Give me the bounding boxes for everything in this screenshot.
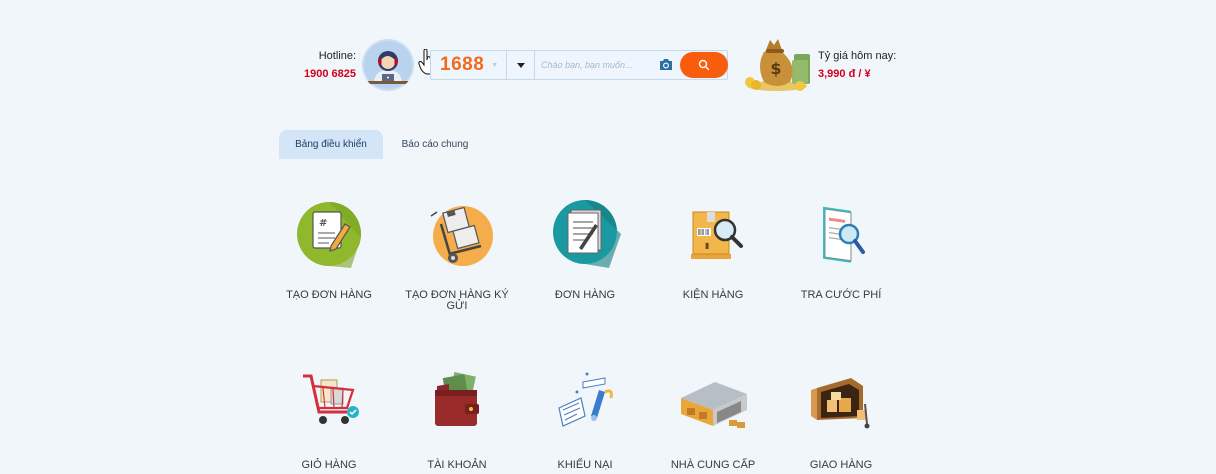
tile-label: TẠO ĐƠN HÀNG: [286, 289, 372, 301]
tile-label: TẠO ĐƠN HÀNG KÝ GỬI: [405, 289, 509, 312]
site-select[interactable]: 1688 ▼: [431, 51, 507, 79]
tile-label: GIỎ HÀNG: [301, 459, 357, 471]
hotline-label: Hotline:: [318, 50, 356, 62]
tab-dashboard[interactable]: Bảng điều khiển: [279, 130, 383, 159]
tab-general-report[interactable]: Báo cáo chung: [389, 130, 481, 159]
svg-text:#: #: [319, 218, 327, 229]
tile-label: GIAO HÀNG: [809, 459, 873, 471]
cart-icon: [303, 374, 359, 424]
hotline: Hotline: 1900 6825: [300, 50, 356, 80]
tile-cart[interactable]: GIỎ HÀNG: [269, 368, 389, 471]
money-bag-icon: $: [745, 39, 810, 91]
tile-create-order[interactable]: # TẠO ĐƠN HÀNG: [269, 198, 389, 301]
chevron-down-icon: [516, 62, 525, 68]
tile-complaint[interactable]: KHIẾU NẠI: [525, 368, 645, 471]
delivery-icon: [811, 378, 870, 429]
wallet-icon: [435, 372, 479, 426]
site-select-value: 1688: [440, 54, 485, 75]
tile-label: TRA CƯỚC PHÍ: [800, 289, 882, 301]
complaint-icon: [558, 372, 613, 427]
search-bar: 1688 ▼: [430, 50, 728, 80]
supplier-icon: [681, 382, 747, 428]
camera-icon[interactable]: [659, 58, 673, 71]
tile-label: KHIẾU NẠI: [557, 459, 613, 471]
tile-consignment-order[interactable]: TẠO ĐƠN HÀNG KÝ GỬI: [397, 198, 517, 312]
search-icon: [698, 59, 710, 71]
tile-orders[interactable]: ĐƠN HÀNG: [525, 198, 645, 301]
exchange-rate: Tỷ giá hôm nay: 3,990 đ / ¥: [818, 50, 896, 80]
tile-label: KIỆN HÀNG: [682, 289, 744, 301]
tile-account[interactable]: TÀI KHOẢN: [397, 368, 517, 471]
search-input[interactable]: [541, 55, 651, 75]
tile-label: ĐƠN HÀNG: [554, 289, 616, 301]
svg-text:$: $: [770, 59, 781, 78]
dropdown-button[interactable]: [507, 51, 535, 79]
consignment-order-icon: [430, 206, 493, 266]
fee-lookup-icon: [823, 206, 865, 263]
svg-text:▮: ▮: [705, 241, 709, 250]
orders-icon: [553, 200, 621, 268]
tile-fee-lookup[interactable]: TRA CƯỚC PHÍ: [781, 198, 901, 301]
tile-label: NHÀ CUNG CẤP: [670, 459, 756, 471]
tile-supplier[interactable]: NHÀ CUNG CẤP: [653, 368, 773, 471]
hotline-number[interactable]: 1900 6825: [300, 68, 356, 80]
tile-delivery[interactable]: GIAO HÀNG: [781, 368, 901, 471]
tile-package[interactable]: ▮ KIỆN HÀNG: [653, 198, 773, 301]
support-avatar-icon[interactable]: [362, 39, 414, 91]
rate-value: 3,990 đ / ¥: [818, 68, 871, 80]
tile-label: TÀI KHOẢN: [427, 459, 487, 471]
rate-label: Tỷ giá hôm nay:: [818, 50, 897, 62]
package-icon: ▮: [691, 211, 743, 259]
caret-down-icon: ▼: [491, 61, 499, 69]
create-order-icon: #: [297, 202, 361, 268]
search-button[interactable]: [680, 52, 728, 78]
